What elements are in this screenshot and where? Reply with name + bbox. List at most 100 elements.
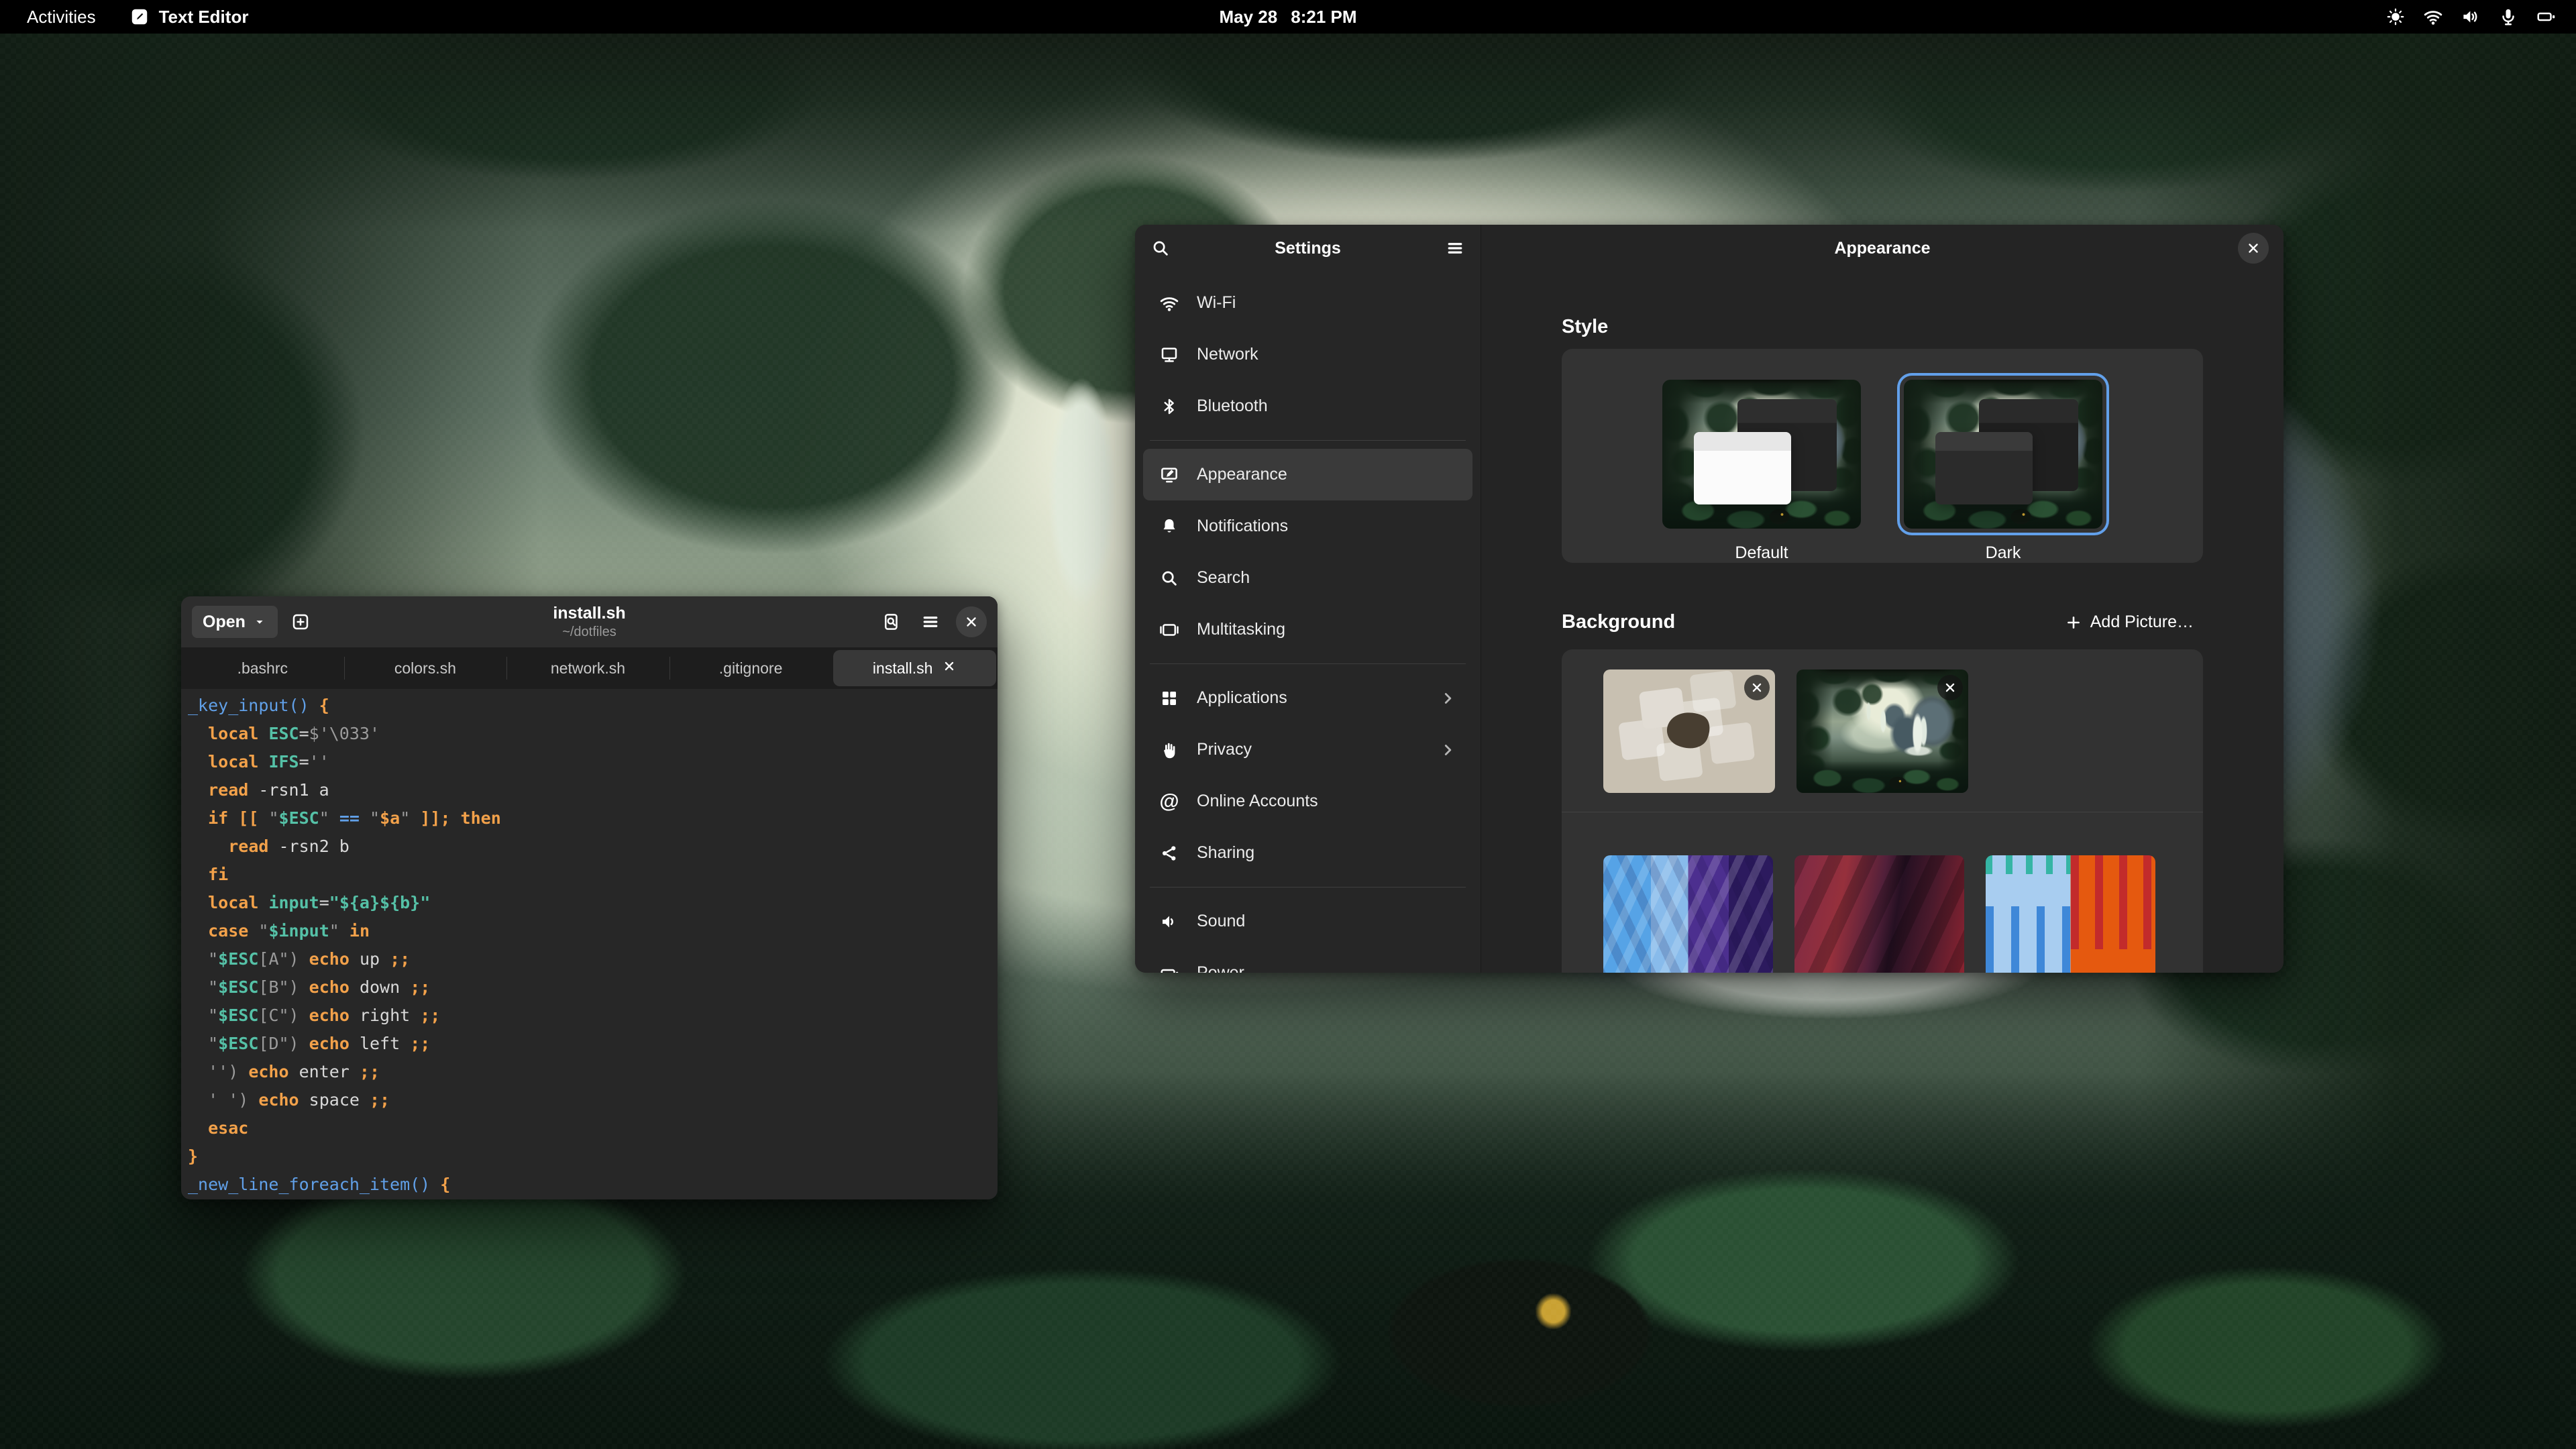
main-menu-button[interactable]	[914, 606, 947, 638]
code-line: ' ') echo space ;;	[188, 1086, 998, 1114]
settings-menu-button[interactable]	[1439, 232, 1471, 264]
clock-time: 8:21 PM	[1291, 7, 1356, 28]
sidebar-item-privacy[interactable]: Privacy	[1143, 724, 1472, 775]
top-bar: Activities Text Editor May 28 8:21 PM	[0, 0, 2576, 34]
sidebar-item-power[interactable]: Power	[1143, 947, 1472, 973]
style-option-default[interactable]: Default	[1658, 376, 1865, 563]
microphone-status-icon[interactable]	[2498, 7, 2518, 27]
hamburger-menu-icon	[920, 612, 941, 632]
wallpaper-pixels-blue-purple[interactable]	[1603, 855, 1773, 973]
sidebar-item-label: Privacy	[1197, 740, 1252, 759]
sidebar-item-label: Appearance	[1197, 465, 1287, 484]
sidebar-item-multitasking[interactable]: Multitasking	[1143, 604, 1472, 655]
style-option-dark[interactable]: Dark	[1900, 376, 2106, 563]
sidebar-item-appearance[interactable]: Appearance	[1143, 449, 1472, 500]
editor-tab-colors.sh[interactable]: colors.sh	[344, 647, 507, 689]
sidebar-item-wi-fi[interactable]: Wi-Fi	[1143, 277, 1472, 329]
document-search-button[interactable]	[875, 606, 908, 638]
editor-tab-gitignore[interactable]: .gitignore	[669, 647, 833, 689]
editor-tab-bashrc[interactable]: .bashrc	[181, 647, 344, 689]
code-line: }	[188, 1142, 998, 1171]
open-document-button[interactable]: Open	[192, 606, 278, 638]
code-line: "$ESC[A") echo up ;;	[188, 945, 998, 973]
sidebar-item-notifications[interactable]: Notifications	[1143, 500, 1472, 552]
sidebar-item-search[interactable]: Search	[1143, 552, 1472, 604]
editor-close-button[interactable]	[956, 606, 987, 637]
power-icon	[1159, 963, 1179, 973]
power-status-icon[interactable]	[2536, 7, 2556, 27]
new-tab-icon	[290, 612, 311, 632]
sidebar-item-sharing[interactable]: Sharing	[1143, 827, 1472, 879]
code-line: case "$input" in	[188, 917, 998, 945]
sidebar-item-label: Bluetooth	[1197, 396, 1268, 416]
wallpaper-forest-waterfall[interactable]	[1796, 669, 1968, 793]
code-line: "$ESC[C") echo right ;;	[188, 1002, 998, 1030]
editor-code[interactable]: _key_input() { local ESC=$'\033' local I…	[181, 689, 998, 1199]
code-line: "$ESC[B") echo down ;;	[188, 973, 998, 1002]
code-line: '') echo enter ;;	[188, 1058, 998, 1086]
style-option-label: Default	[1658, 543, 1865, 563]
sound-icon	[1159, 912, 1179, 932]
microphone-icon	[2498, 7, 2518, 27]
sidebar-item-label: Power	[1197, 963, 1244, 973]
editor-tab-network.sh[interactable]: network.sh	[506, 647, 669, 689]
settings-close-button[interactable]	[2238, 233, 2269, 264]
background-card	[1562, 649, 2203, 973]
wallpaper-abstract-tiles[interactable]	[1603, 669, 1775, 793]
settings-panel: Appearance Style DefaultDark Background …	[1481, 225, 2284, 973]
brightness-status-icon[interactable]	[2385, 7, 2406, 27]
remove-wallpaper-button[interactable]	[1744, 675, 1770, 700]
chevron-icon	[1439, 690, 1456, 707]
settings-sidebar: Settings Wi-FiNetworkBluetoothAppearance…	[1135, 225, 1481, 973]
chevron-right-icon	[1439, 741, 1456, 759]
wallpaper-waves-dark-red[interactable]	[1794, 855, 1964, 973]
focused-app-label: Text Editor	[159, 7, 249, 28]
tab-label: install.sh	[873, 659, 932, 678]
activities-button[interactable]: Activities	[17, 4, 105, 30]
tab-label: colors.sh	[394, 659, 456, 678]
sidebar-item-label: Multitasking	[1197, 620, 1285, 639]
chevron-icon	[1439, 741, 1456, 759]
remove-wallpaper-button[interactable]	[1937, 675, 1963, 700]
applications-icon	[1159, 688, 1179, 708]
sidebar-item-applications[interactable]: Applications	[1143, 672, 1472, 724]
sidebar-item-label: Notifications	[1197, 517, 1288, 536]
power-icon	[2536, 7, 2556, 27]
caret-down-icon	[252, 614, 267, 629]
add-picture-button[interactable]: Add Picture…	[2055, 606, 2203, 639]
tab-close-button[interactable]	[942, 659, 957, 678]
text-editor-app-icon	[129, 7, 150, 27]
document-title: install.sh ~/dotfiles	[553, 604, 625, 640]
notifications-icon	[1159, 517, 1179, 537]
chevron-right-icon	[1439, 690, 1456, 707]
focused-app-menu[interactable]: Text Editor	[129, 7, 249, 28]
clock-date: May 28	[1220, 7, 1278, 28]
close-icon	[963, 614, 979, 630]
wallpaper-drips-blue-orange[interactable]	[1986, 855, 2155, 973]
wifi-status-icon[interactable]	[2423, 7, 2443, 27]
editor-tab-install.sh[interactable]: install.sh	[833, 650, 996, 686]
style-thumb-default[interactable]	[1662, 380, 1861, 529]
style-thumb-dark[interactable]	[1904, 380, 2102, 529]
plus-icon	[2065, 614, 2082, 631]
topbar-status-icons[interactable]	[2385, 7, 2576, 27]
privacy-icon	[1159, 740, 1179, 760]
volume-status-icon[interactable]	[2461, 7, 2481, 27]
sidebar-item-network[interactable]: Network	[1143, 329, 1472, 380]
hamburger-menu-icon	[1445, 238, 1465, 258]
new-tab-button[interactable]	[284, 606, 317, 638]
code-line: _key_input() {	[188, 692, 998, 720]
sidebar-item-label: Sound	[1197, 912, 1245, 931]
clock-button[interactable]: May 28 8:21 PM	[1220, 7, 1357, 28]
close-icon	[1750, 680, 1764, 695]
user-wallpapers-row	[1603, 669, 2161, 793]
sidebar-item-bluetooth[interactable]: Bluetooth	[1143, 380, 1472, 432]
settings-search-button[interactable]	[1144, 232, 1177, 264]
sidebar-item-sound[interactable]: Sound	[1143, 896, 1472, 947]
appearance-icon	[1159, 465, 1179, 485]
preview-front-window	[1694, 432, 1791, 505]
multitasking-icon	[1159, 620, 1179, 640]
appearance-content: Style DefaultDark Background Add Picture…	[1481, 272, 2284, 973]
editor-tab-bar: .bashrc colors.sh network.sh.gitignore inst…	[181, 647, 998, 689]
sidebar-item-online-accounts[interactable]: @Online Accounts	[1143, 775, 1472, 827]
